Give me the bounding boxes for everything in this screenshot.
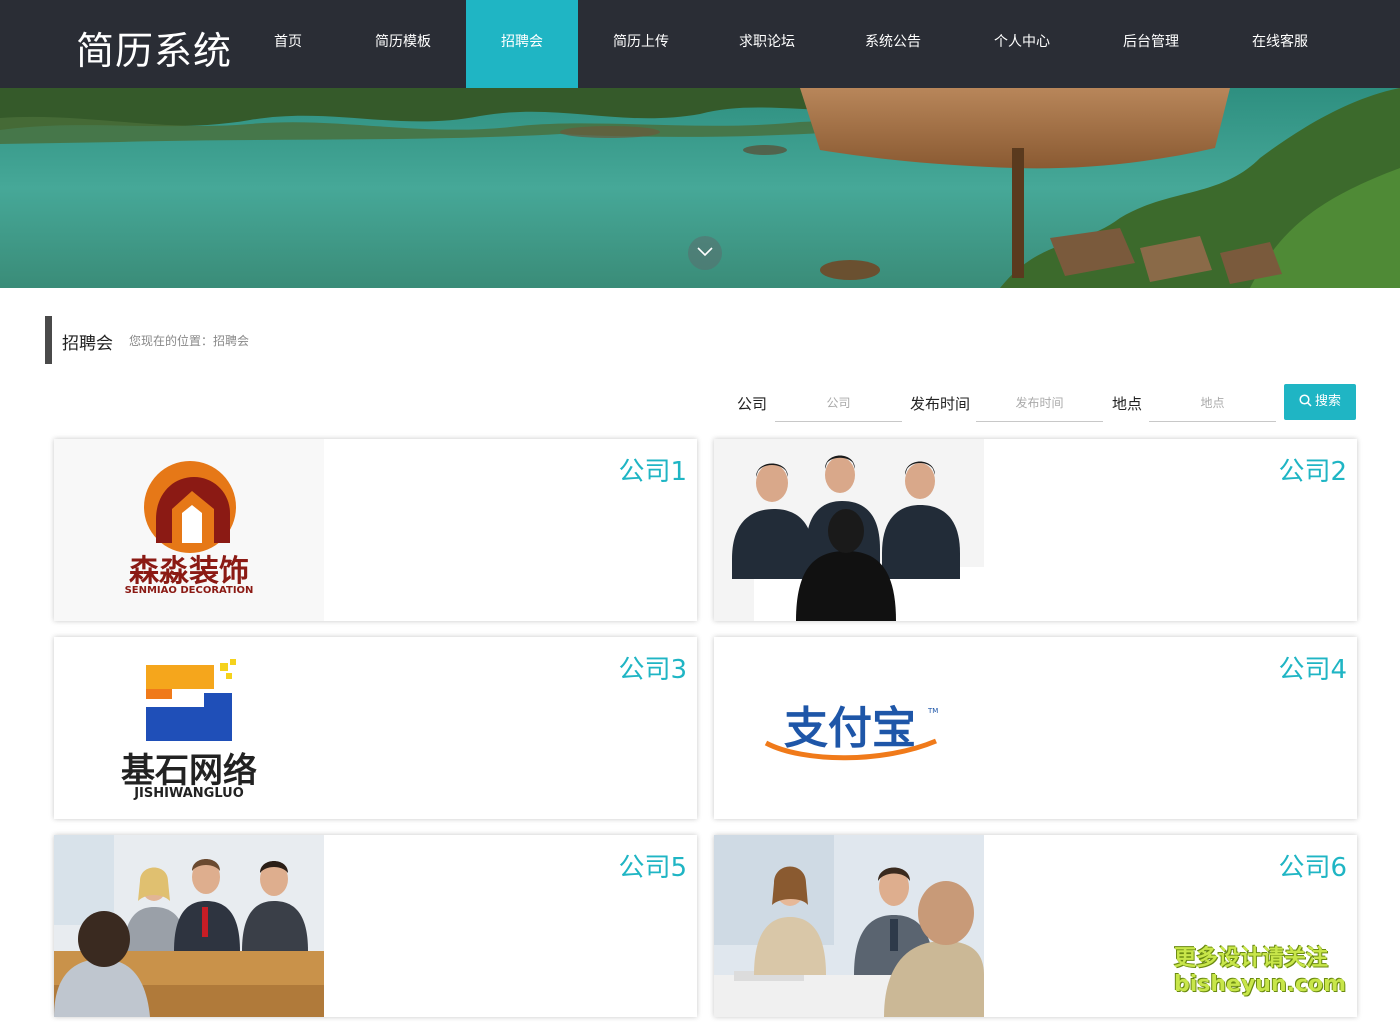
- location-input[interactable]: [1149, 384, 1276, 422]
- company-label: 公司: [737, 395, 768, 413]
- company-logo: 森淼装饰 SENMIAO DECORATION: [54, 439, 324, 621]
- nav-announcements[interactable]: 系统公告: [858, 0, 928, 88]
- company-card[interactable]: 森淼装饰 SENMIAO DECORATION 公司1: [54, 439, 697, 621]
- nav-online-service[interactable]: 在线客服: [1245, 0, 1315, 88]
- company-card[interactable]: 公司2: [714, 439, 1357, 621]
- company-card[interactable]: 公司5: [54, 835, 697, 1017]
- company-name: 公司5: [618, 853, 687, 883]
- watermark-line-2: bisheyun.com: [1174, 972, 1347, 997]
- company-photo: [54, 835, 324, 1017]
- card-3-logo-text: 基石网络: [121, 751, 257, 791]
- card-1-logo-subtext: SENMIAO DECORATION: [125, 585, 254, 596]
- nav-home[interactable]: 首页: [262, 0, 314, 88]
- svg-text:TM: TM: [927, 707, 938, 715]
- company-logo: 支付宝 TM: [714, 637, 984, 819]
- company-name: 公司6: [1278, 853, 1347, 883]
- company-input[interactable]: [775, 384, 902, 422]
- card-3-logo-subtext: JISHIWANGLUO: [133, 786, 244, 801]
- company-photo: [714, 439, 984, 621]
- company-name: 公司2: [1278, 457, 1347, 487]
- company-logo: 基石网络 JISHIWANGLUO: [54, 637, 324, 819]
- section-title-bar: [45, 316, 52, 364]
- site-logo[interactable]: 简历系统: [76, 20, 232, 75]
- hero-banner: [0, 88, 1400, 288]
- company-photo: [714, 835, 984, 1017]
- card-1-logo-text: 森淼装饰: [129, 554, 249, 589]
- card-4-logo-text: 支付宝: [784, 703, 916, 754]
- search-button[interactable]: 搜索: [1284, 384, 1356, 420]
- nav-job-forum[interactable]: 求职论坛: [732, 0, 802, 88]
- company-card[interactable]: 基石网络 JISHIWANGLUO 公司3: [54, 637, 697, 819]
- nav-resume-upload[interactable]: 简历上传: [606, 0, 676, 88]
- nav-admin[interactable]: 后台管理: [1116, 0, 1186, 88]
- company-card[interactable]: 支付宝 TM 公司4: [714, 637, 1357, 819]
- section-title: 招聘会: [62, 334, 113, 354]
- company-name: 公司4: [1278, 655, 1347, 685]
- top-navbar: 简历系统 首页 简历模板 招聘会 简历上传 求职论坛 系统公告 个人中心 后台管…: [0, 0, 1400, 88]
- nav-personal-center[interactable]: 个人中心: [987, 0, 1057, 88]
- watermark: 更多设计请关注 bisheyun.com: [1174, 946, 1346, 998]
- company-name: 公司3: [618, 655, 687, 685]
- publish-time-label: 发布时间: [910, 395, 971, 413]
- nav-job-fair[interactable]: 招聘会: [466, 0, 578, 88]
- nav-resume-templates[interactable]: 简历模板: [368, 0, 438, 88]
- watermark-line-1: 更多设计请关注: [1174, 946, 1329, 971]
- breadcrumb: 您现在的位置：招聘会: [129, 334, 250, 348]
- search-icon: [1299, 394, 1312, 407]
- chevron-down-icon: [697, 247, 713, 257]
- location-label: 地点: [1112, 395, 1143, 413]
- publish-time-input[interactable]: [976, 384, 1103, 422]
- scroll-down-button[interactable]: [688, 236, 722, 270]
- search-button-label: 搜索: [1314, 394, 1341, 409]
- company-name: 公司1: [618, 457, 687, 487]
